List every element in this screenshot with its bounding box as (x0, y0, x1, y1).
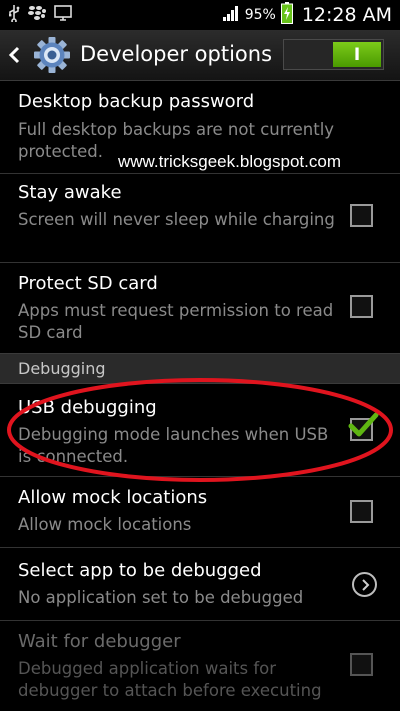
screen: 95% 12:28 AM Developer options I Desktop… (0, 0, 400, 711)
status-right: 95% 12:28 AM (222, 0, 392, 30)
status-bar: 95% 12:28 AM (0, 0, 400, 30)
setting-title: USB debugging (18, 397, 157, 418)
notification-icons (0, 4, 72, 26)
setting-subtitle: No application set to be debugged (18, 588, 304, 607)
protect-sd-card-checkbox[interactable] (350, 295, 373, 318)
setting-wait-for-debugger: Wait for debugger Debugged application w… (0, 621, 400, 711)
checkmark-icon (346, 411, 380, 445)
setting-title: Wait for debugger (18, 631, 181, 652)
setting-title: Allow mock locations (18, 487, 208, 508)
section-header-label: Debugging (18, 359, 106, 378)
setting-subtitle: Debugging mode launches when USB is conn… (18, 425, 329, 466)
stay-awake-checkbox[interactable] (350, 204, 373, 227)
blackberry-icon (28, 5, 46, 25)
setting-select-debug-app[interactable]: Select app to be debugged No application… (0, 548, 400, 619)
wait-for-debugger-checkbox (350, 653, 373, 676)
setting-stay-awake[interactable]: Stay awake Screen will never sleep while… (0, 174, 400, 262)
setting-title: Desktop backup password (18, 91, 255, 112)
signal-icon (222, 4, 240, 26)
watermark-text: www.tricksgeek.blogspot.com (118, 152, 341, 171)
page-title: Developer options (80, 42, 273, 66)
usb-icon (8, 4, 20, 26)
gear-icon (33, 36, 71, 78)
section-header-debugging: Debugging (0, 353, 400, 384)
toggle-on-indicator: I (333, 42, 381, 67)
setting-subtitle: Apps must request permission to read SD … (18, 301, 334, 342)
setting-title: Protect SD card (18, 273, 158, 294)
battery-percent: 95% (244, 7, 276, 23)
action-bar: Developer options I (0, 30, 400, 81)
setting-subtitle: Screen will never sleep while charging (18, 210, 335, 229)
setting-subtitle: Allow mock locations (18, 515, 192, 534)
setting-allow-mock-locations[interactable]: Allow mock locations Allow mock location… (0, 477, 400, 547)
setting-title: Stay awake (18, 182, 122, 203)
developer-options-toggle[interactable]: I (283, 39, 384, 70)
back-arrow-icon[interactable] (8, 46, 20, 68)
allow-mock-locations-checkbox[interactable] (350, 500, 373, 523)
setting-usb-debugging[interactable]: USB debugging Debugging mode launches wh… (0, 385, 400, 473)
clock: 12:28 AM (301, 4, 392, 26)
setting-title: Select app to be debugged (18, 560, 262, 581)
setting-subtitle: Debugged application waits for debugger … (18, 659, 322, 700)
screen-icon (54, 5, 72, 25)
setting-protect-sd-card[interactable]: Protect SD card Apps must request permis… (0, 263, 400, 353)
chevron-right-icon[interactable] (352, 572, 377, 597)
battery-charging-icon (280, 2, 293, 28)
